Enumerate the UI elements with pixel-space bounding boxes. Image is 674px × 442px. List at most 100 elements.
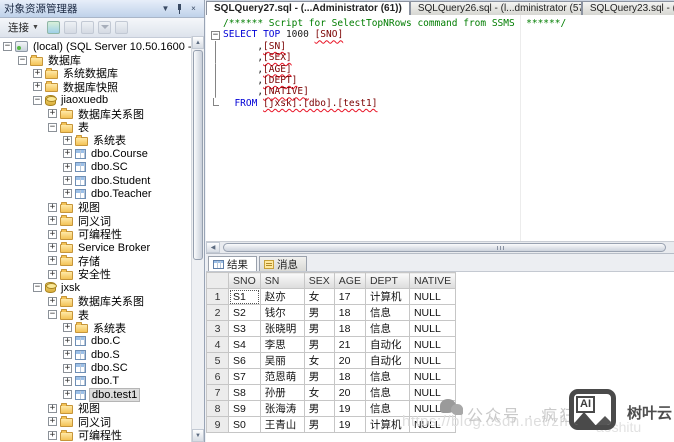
grid-cell[interactable]: S0	[229, 417, 261, 433]
grid-cell[interactable]: 17	[334, 289, 365, 305]
tree-item-数据库关系图[interactable]: +数据库关系图	[0, 294, 204, 307]
expand-icon[interactable]: +	[63, 390, 72, 399]
grid-cell[interactable]: NULL	[409, 289, 455, 305]
column-header-SEX[interactable]: SEX	[304, 273, 334, 289]
grid-cell[interactable]: S7	[229, 369, 261, 385]
column-header-DEPT[interactable]: DEPT	[365, 273, 409, 289]
expand-icon[interactable]: +	[63, 377, 72, 386]
scroll-down-icon[interactable]: ▼	[192, 429, 204, 442]
grid-cell[interactable]: 18	[334, 305, 365, 321]
tree-item-系统表[interactable]: +系统表	[0, 321, 204, 334]
grid-cell[interactable]: 男	[304, 401, 334, 417]
row-number-cell[interactable]: 1	[207, 289, 229, 305]
grid-cell[interactable]: NULL	[409, 385, 455, 401]
grid-cell[interactable]: 20	[334, 385, 365, 401]
grid-cell[interactable]: 孙册	[260, 385, 304, 401]
grid-cell[interactable]: NULL	[409, 353, 455, 369]
expand-icon[interactable]: +	[63, 337, 72, 346]
row-number-cell[interactable]: 4	[207, 337, 229, 353]
grid-cell[interactable]: S8	[229, 385, 261, 401]
grid-cell[interactable]: 赵亦	[260, 289, 304, 305]
grid-cell[interactable]: 吴丽	[260, 353, 304, 369]
tree-item-dbo.SC[interactable]: +dbo.SC	[0, 161, 204, 174]
grid-cell[interactable]: 自动化	[365, 353, 409, 369]
tree-item-系统表[interactable]: +系统表	[0, 134, 204, 147]
grid-cell[interactable]: 男	[304, 369, 334, 385]
expand-icon[interactable]: +	[33, 82, 42, 91]
row-number-cell[interactable]: 6	[207, 369, 229, 385]
grid-cell[interactable]: 女	[304, 385, 334, 401]
collapse-icon[interactable]: −	[48, 310, 57, 319]
row-number-cell[interactable]: 3	[207, 321, 229, 337]
grid-cell[interactable]: 男	[304, 337, 334, 353]
splitter-grip-icon[interactable]	[497, 246, 506, 250]
expand-icon[interactable]: +	[33, 69, 42, 78]
expand-icon[interactable]: +	[63, 350, 72, 359]
expand-icon[interactable]: +	[63, 189, 72, 198]
grid-cell[interactable]: 信息	[365, 369, 409, 385]
scroll-left-icon[interactable]: ◀	[206, 242, 220, 253]
results-tab-results[interactable]: 结果	[208, 256, 257, 271]
collapse-icon[interactable]: −	[3, 42, 12, 51]
expand-icon[interactable]: +	[63, 149, 72, 158]
collapse-icon[interactable]: −	[33, 96, 42, 105]
grid-cell[interactable]: S2	[229, 305, 261, 321]
grid-cell[interactable]: 信息	[365, 385, 409, 401]
expand-icon[interactable]: +	[48, 230, 57, 239]
column-header-NATIVE[interactable]: NATIVE	[409, 273, 455, 289]
tree-item-数据库快照[interactable]: +数据库快照	[0, 80, 204, 93]
tree-item-数据库关系图[interactable]: +数据库关系图	[0, 107, 204, 120]
tree-item-安全性[interactable]: +安全性	[0, 268, 204, 281]
grid-cell[interactable]: 19	[334, 401, 365, 417]
expand-icon[interactable]: +	[63, 323, 72, 332]
filter-icon[interactable]	[98, 21, 111, 34]
row-number-cell[interactable]: 7	[207, 385, 229, 401]
fold-collapse-icon[interactable]: −	[211, 31, 220, 40]
column-header-SN[interactable]: SN	[260, 273, 304, 289]
expand-icon[interactable]: +	[48, 109, 57, 118]
grid-cell[interactable]: 计算机	[365, 289, 409, 305]
column-header-SNO[interactable]: SNO	[229, 273, 261, 289]
tree-item-dbo.Student[interactable]: +dbo.Student	[0, 174, 204, 187]
expand-icon[interactable]: +	[48, 256, 57, 265]
grid-cell[interactable]: 张晓明	[260, 321, 304, 337]
collapse-icon[interactable]: −	[48, 123, 57, 132]
expand-icon[interactable]: +	[48, 270, 57, 279]
editor-hscrollbar[interactable]: ◀	[206, 241, 674, 253]
editor-tab[interactable]: SQLQuery27.sql - (...Administrator (61))	[206, 1, 410, 15]
grid-cell[interactable]: S1	[229, 289, 261, 305]
tree-item-可编程性[interactable]: +可编程性	[0, 428, 204, 441]
grid-cell[interactable]: 信息	[365, 305, 409, 321]
grid-cell[interactable]: 女	[304, 353, 334, 369]
tree-item-(local) (SQL Server 10.50.1600 - A105-00...[interactable]: −(local) (SQL Server 10.50.1600 - A105-0…	[0, 40, 204, 53]
grid-cell[interactable]: 信息	[365, 321, 409, 337]
connect-button[interactable]: 连接 ▼	[4, 18, 43, 37]
grid-cell[interactable]: 18	[334, 369, 365, 385]
tree-item-dbo.SC[interactable]: +dbo.SC	[0, 361, 204, 374]
grid-cell[interactable]: 范恩萌	[260, 369, 304, 385]
close-icon[interactable]: ×	[187, 3, 200, 15]
grid-corner-cell[interactable]	[207, 273, 229, 289]
column-header-AGE[interactable]: AGE	[334, 273, 365, 289]
tree-item-Service Broker[interactable]: +Service Broker	[0, 241, 204, 254]
grid-cell[interactable]: 计算机	[365, 417, 409, 433]
sql-code-editor[interactable]: /****** Script for SelectTopNRows comman…	[206, 15, 674, 241]
scrollbar-thumb[interactable]	[193, 50, 203, 260]
collapse-icon[interactable]: −	[18, 56, 27, 65]
grid-cell[interactable]: 男	[304, 417, 334, 433]
disconnect-icon[interactable]	[64, 21, 77, 34]
refresh-icon[interactable]	[47, 21, 60, 34]
editor-tab[interactable]: SQLQuery26.sql - (l...dministrator (57))…	[410, 1, 582, 15]
grid-cell[interactable]: 21	[334, 337, 365, 353]
stop-icon[interactable]	[81, 21, 94, 34]
script-icon[interactable]	[115, 21, 128, 34]
grid-cell[interactable]: S3	[229, 321, 261, 337]
grid-cell[interactable]: 20	[334, 353, 365, 369]
results-tab-messages[interactable]: 消息	[259, 256, 307, 271]
grid-cell[interactable]: NULL	[409, 369, 455, 385]
grid-cell[interactable]: S6	[229, 353, 261, 369]
editor-tab[interactable]: SQLQuery23.sql - (l...dministr	[582, 1, 674, 15]
expand-icon[interactable]: +	[48, 216, 57, 225]
grid-cell[interactable]: 钱尔	[260, 305, 304, 321]
grid-cell[interactable]: 男	[304, 321, 334, 337]
